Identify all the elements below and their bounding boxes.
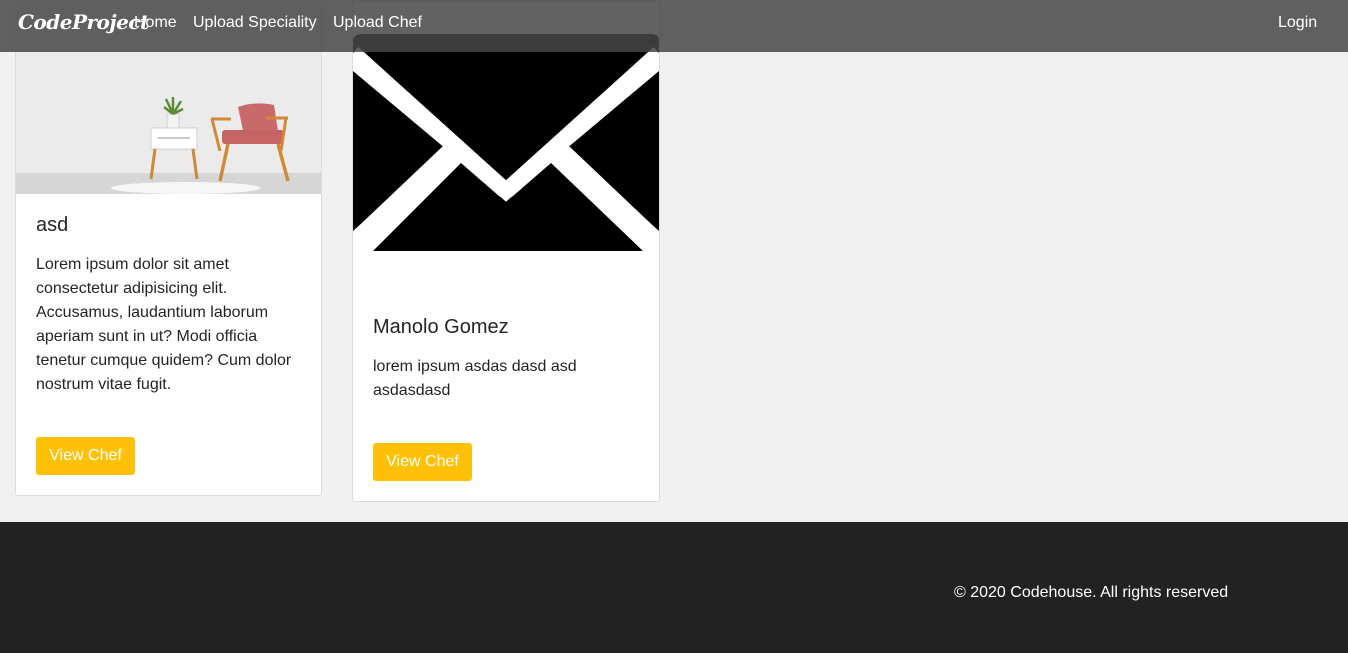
envelope-icon <box>353 34 659 251</box>
card-title: asd <box>36 214 69 236</box>
view-chef-button[interactable]: View Chef <box>36 437 135 475</box>
view-chef-button[interactable]: View Chef <box>373 443 472 481</box>
copyright-text: © 2020 Codehouse. All rights reserved <box>954 584 1229 601</box>
card-title: Manolo Gomez <box>373 316 509 338</box>
chef-card: asd Lorem ipsum dolor sit amet consectet… <box>15 0 322 496</box>
nav-login-link[interactable]: Login <box>1278 14 1317 32</box>
chef-card: Manolo Gomez lorem ipsum asdas dasd asd … <box>352 0 660 502</box>
nav-upload-speciality-link[interactable]: Upload Speciality <box>193 14 317 32</box>
page-footer: © 2020 Codehouse. All rights reserved <box>0 522 1348 653</box>
card-description: lorem ipsum asdas dasd asd asdasdasd <box>373 358 577 399</box>
nav-home-link[interactable]: Home <box>134 14 177 32</box>
brand-logo[interactable]: CodeProject <box>18 10 149 34</box>
card-description: Lorem ipsum dolor sit amet consectetur a… <box>36 256 292 393</box>
top-navbar: CodeProject Home Upload Speciality Uploa… <box>0 0 1348 52</box>
nav-upload-chef-link[interactable]: Upload Chef <box>333 14 422 32</box>
